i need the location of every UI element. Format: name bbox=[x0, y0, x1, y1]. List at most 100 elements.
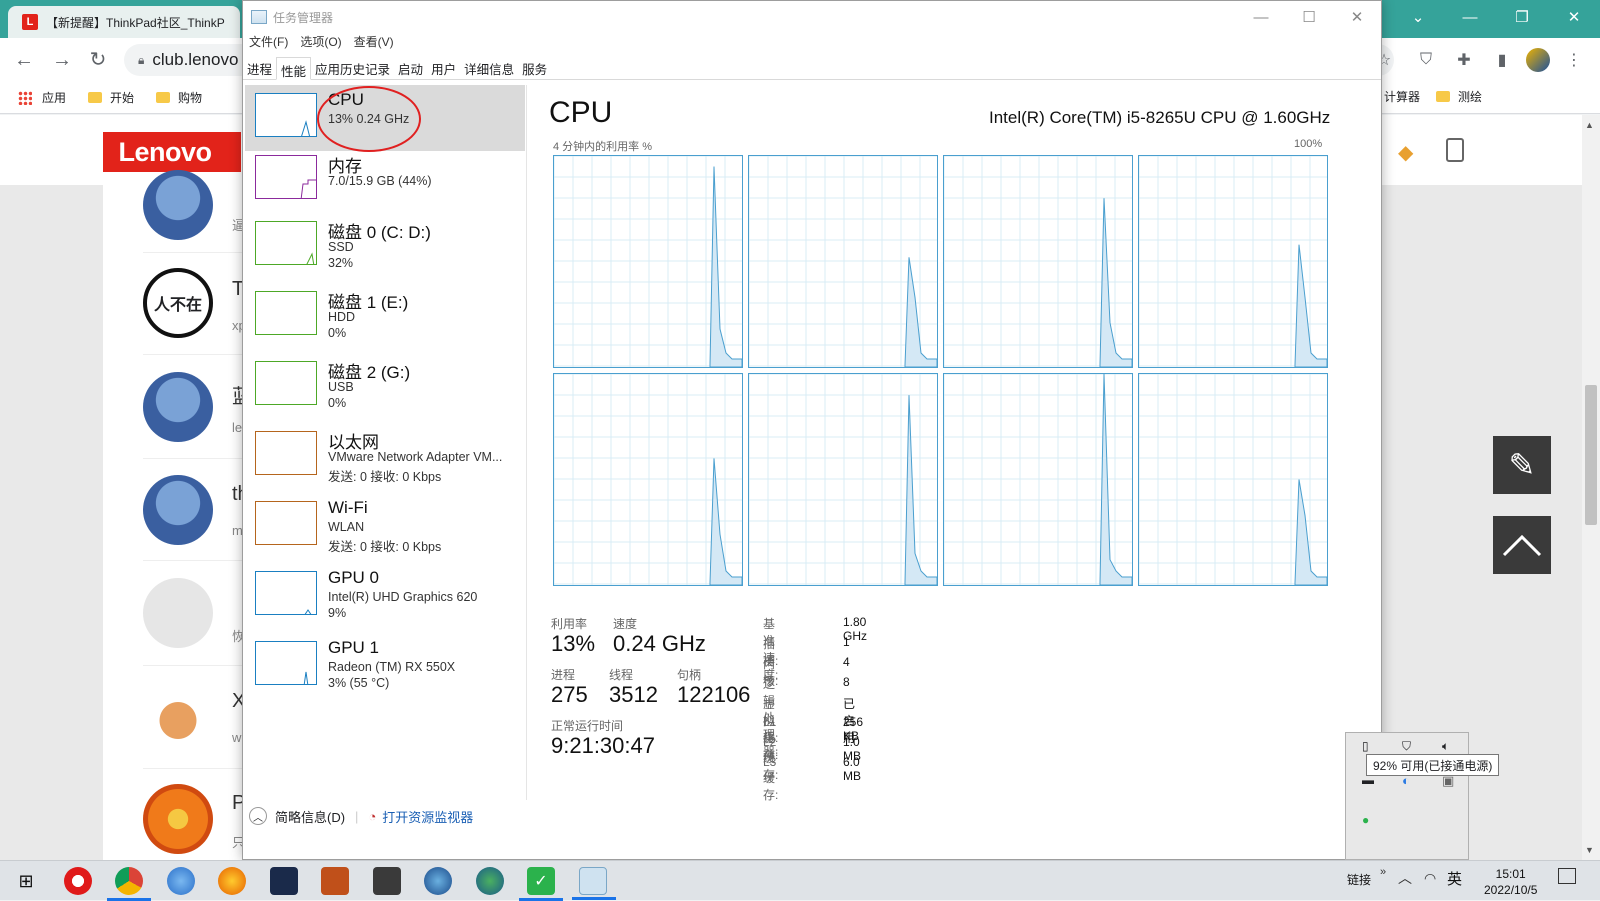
wifi-icon[interactable]: ◠ bbox=[1424, 870, 1436, 887]
extensions-icon[interactable]: ✚ bbox=[1452, 48, 1476, 72]
tray-link-label[interactable]: 链接 bbox=[1347, 871, 1371, 888]
task-manager-taskbar-icon[interactable] bbox=[572, 867, 616, 900]
menu-view[interactable]: 查看(V) bbox=[348, 33, 400, 55]
back-to-top-button[interactable] bbox=[1493, 516, 1551, 574]
close-button[interactable]: ✕ bbox=[1333, 1, 1381, 33]
lenovo-logo-tail bbox=[227, 132, 241, 172]
divider bbox=[143, 458, 243, 459]
uptime-label: 正常运行时间 bbox=[551, 719, 624, 733]
default-avatar-icon[interactable] bbox=[143, 578, 213, 648]
resource-item-7[interactable]: GPU 0 Intel(R) UHD Graphics 620 9% bbox=[245, 563, 525, 629]
uptime-value: 9:21:30:47 bbox=[551, 733, 655, 758]
resource-item-4[interactable]: 磁盘 2 (G:) USB 0% bbox=[245, 353, 525, 419]
tab-processes[interactable]: 进程 bbox=[243, 56, 276, 79]
search-app-icon[interactable] bbox=[476, 867, 504, 895]
shield-icon[interactable]: ⛉ bbox=[1402, 739, 1411, 754]
detail-label: L3 缓存: bbox=[763, 755, 779, 802]
tab-app-history[interactable]: 应用历史记录 bbox=[311, 56, 394, 79]
title-bar[interactable]: 任务管理器 bbox=[243, 1, 1381, 33]
network-tool-icon[interactable] bbox=[373, 867, 401, 895]
cpu-model: Intel(R) Core(TM) i5-8265U CPU @ 1.60GHz bbox=[989, 108, 1331, 127]
lenovo-logo[interactable]: Lenovo bbox=[103, 132, 227, 172]
resource-detail: 发送: 0 接收: 0 Kbps bbox=[328, 470, 442, 484]
show-hidden-icons-button[interactable]: ︿ bbox=[1398, 868, 1412, 888]
app-icon[interactable] bbox=[270, 867, 298, 895]
bookmark-start[interactable]: 开始 bbox=[88, 89, 134, 106]
cpu-core-graphs[interactable] bbox=[553, 155, 1333, 588]
usb-icon[interactable]: ▯ bbox=[1362, 739, 1369, 753]
edit-post-button[interactable]: ✎ bbox=[1493, 436, 1551, 494]
close-button[interactable]: ✕ bbox=[1548, 0, 1600, 34]
tab-services[interactable]: 服务 bbox=[518, 56, 551, 79]
open-resource-monitor-link[interactable]: 打开资源监视器 bbox=[382, 807, 473, 826]
ime-indicator[interactable]: 英 bbox=[1447, 868, 1462, 889]
user-avatar[interactable] bbox=[143, 475, 213, 545]
clock[interactable]: 15:01 2022/10/5 bbox=[1484, 866, 1537, 898]
tab-details[interactable]: 详细信息 bbox=[460, 56, 518, 79]
post-meta: w bbox=[232, 730, 242, 745]
shield-extension-icon[interactable]: ⛉ bbox=[1414, 48, 1438, 72]
tab-users[interactable]: 用户 bbox=[427, 56, 460, 79]
browser-icon[interactable] bbox=[424, 867, 452, 895]
scrollbar-thumb[interactable] bbox=[1585, 385, 1597, 525]
bookmark-calculator[interactable]: 计算器 bbox=[1384, 88, 1420, 105]
user-avatar[interactable] bbox=[143, 682, 213, 752]
browser-window-controls: ⌄ — ❐ ✕ bbox=[1392, 0, 1600, 34]
mobile-icon[interactable] bbox=[1446, 138, 1464, 162]
more-menu-icon[interactable]: ⋮ bbox=[1562, 48, 1586, 72]
minimize-button[interactable]: — bbox=[1444, 0, 1496, 34]
bookmark-apps[interactable]: 应用 bbox=[18, 89, 66, 106]
resource-item-2[interactable]: 磁盘 0 (C: D:) SSD 32% bbox=[245, 213, 525, 279]
minimize-button[interactable]: — bbox=[1237, 1, 1285, 33]
scroll-up-icon[interactable]: ▲ bbox=[1585, 120, 1594, 130]
chrome-icon[interactable] bbox=[107, 867, 151, 901]
forward-icon[interactable]: → bbox=[50, 48, 74, 72]
resource-item-6[interactable]: Wi-Fi WLAN 发送: 0 接收: 0 Kbps bbox=[245, 493, 525, 559]
firefox-icon[interactable] bbox=[218, 867, 246, 895]
menu-options[interactable]: 选项(O) bbox=[294, 33, 347, 55]
resource-item-3[interactable]: 磁盘 1 (E:) HDD 0% bbox=[245, 283, 525, 349]
reload-icon[interactable]: ↻ bbox=[86, 48, 110, 72]
windows-app-icon[interactable] bbox=[321, 867, 349, 895]
bookmark-survey[interactable]: 测绘 bbox=[1436, 88, 1482, 105]
chevron-up-icon[interactable]: ︿ bbox=[249, 807, 267, 825]
menu-file[interactable]: 文件(F) bbox=[243, 33, 294, 55]
speed-value: 0.24 GHz bbox=[613, 631, 706, 656]
opera-icon[interactable] bbox=[64, 867, 92, 895]
resource-detail: Radeon (TM) RX 550X bbox=[328, 660, 456, 674]
user-avatar[interactable] bbox=[143, 170, 213, 240]
bookmark-shopping[interactable]: 购物 bbox=[156, 89, 202, 106]
resource-item-5[interactable]: 以太网 VMware Network Adapter VM... 发送: 0 接收:… bbox=[245, 423, 525, 489]
wechat-icon[interactable]: ✓ bbox=[519, 867, 563, 901]
divider bbox=[143, 768, 243, 769]
browser-tab[interactable]: L 【新提醒】ThinkPad社区_ThinkP bbox=[8, 6, 240, 38]
globe-browser-icon[interactable] bbox=[167, 867, 195, 895]
diamond-icon[interactable]: ◆ bbox=[1398, 140, 1420, 164]
core-graph-6 bbox=[943, 373, 1133, 586]
resource-item-1[interactable]: 内存 7.0/15.9 GB (44%) bbox=[245, 147, 525, 213]
menu-bar: 文件(F) 选项(O) 查看(V) bbox=[243, 33, 400, 55]
side-panel-icon[interactable]: ▮ bbox=[1490, 48, 1514, 72]
user-avatar[interactable] bbox=[143, 784, 213, 854]
back-icon[interactable]: ← bbox=[12, 48, 36, 72]
resource-monitor-icon: ◔ bbox=[368, 808, 377, 824]
maximize-button[interactable]: ☐ bbox=[1285, 1, 1333, 33]
core-graph-5 bbox=[748, 373, 938, 586]
chevron-right-icon[interactable]: » bbox=[1380, 866, 1386, 878]
notification-center-icon[interactable] bbox=[1558, 868, 1576, 884]
windows-start-icon[interactable]: ⊞ bbox=[12, 867, 40, 895]
task-manager-icon bbox=[251, 10, 267, 24]
speaker-icon[interactable]: 🔈︎ bbox=[1442, 739, 1449, 754]
lenovo-favicon-icon: L bbox=[22, 14, 38, 30]
restore-button[interactable]: ❐ bbox=[1496, 0, 1548, 34]
tab-performance[interactable]: 性能 bbox=[276, 57, 312, 80]
user-avatar[interactable] bbox=[143, 372, 213, 442]
wechat-icon[interactable]: ● bbox=[1362, 813, 1369, 827]
user-avatar[interactable]: 人不在 bbox=[143, 268, 213, 338]
profile-avatar[interactable] bbox=[1526, 48, 1550, 72]
tab-search-icon[interactable]: ⌄ bbox=[1392, 0, 1444, 34]
resource-item-8[interactable]: GPU 1 Radeon (TM) RX 550X 3% (55 °C) bbox=[245, 633, 525, 699]
brief-info-button[interactable]: 简略信息(D) bbox=[275, 807, 345, 826]
tab-startup[interactable]: 启动 bbox=[394, 56, 427, 79]
scroll-down-icon[interactable]: ▼ bbox=[1585, 845, 1594, 855]
